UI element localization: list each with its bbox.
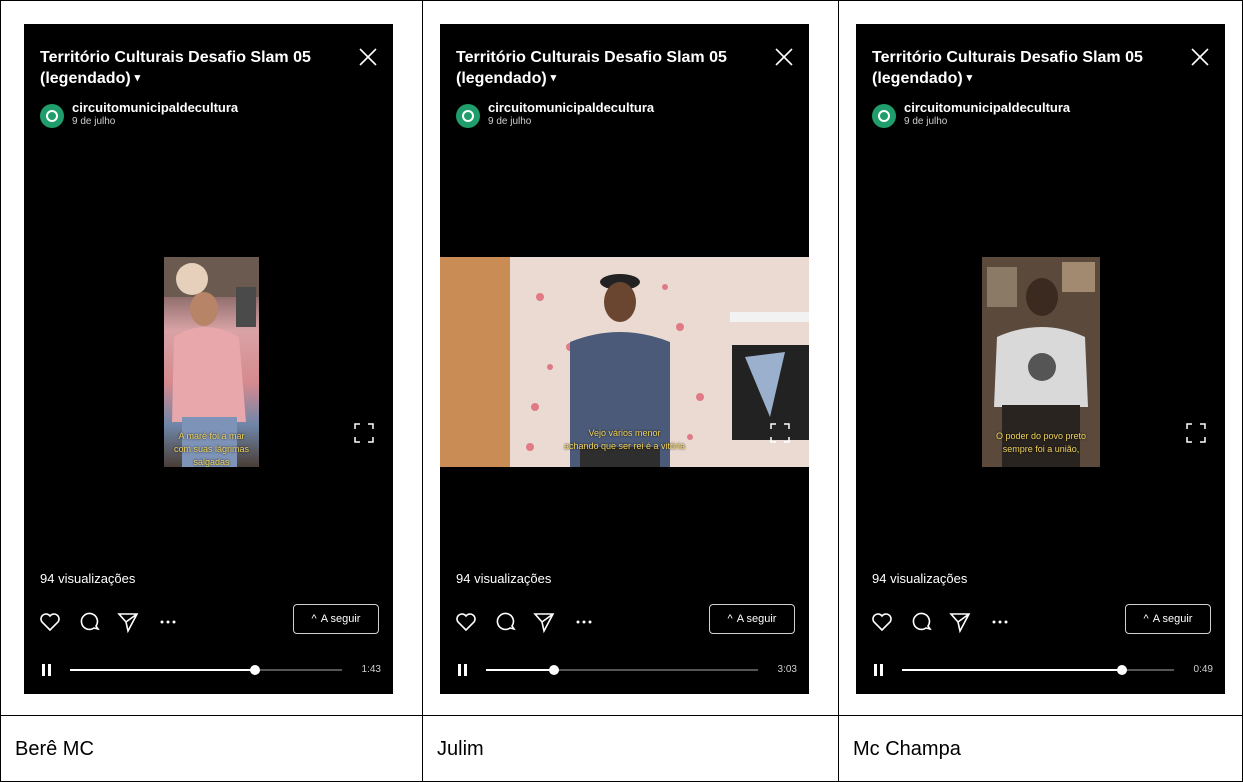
next-button[interactable]: ^ A seguir <box>709 604 795 634</box>
progress-knob[interactable] <box>249 665 260 675</box>
artist-name: Julim <box>437 738 484 760</box>
more-icon[interactable] <box>156 610 180 634</box>
post-date: 9 de julho <box>904 116 948 127</box>
more-icon[interactable] <box>572 610 596 634</box>
comment-icon[interactable] <box>494 610 518 634</box>
send-icon[interactable] <box>948 610 972 634</box>
avatar[interactable] <box>872 104 896 128</box>
next-button[interactable]: ^ A seguir <box>293 604 379 634</box>
table-cell-caption-2: Julim <box>422 715 839 782</box>
video-duration: 1:43 <box>361 664 381 675</box>
progress-bar[interactable] <box>486 665 758 675</box>
fullscreen-icon[interactable] <box>353 422 375 444</box>
artist-name: Berê MC <box>15 738 94 760</box>
video-frame[interactable]: Vejo vários menor achando que ser rei é … <box>440 257 809 467</box>
account-name[interactable]: circuitomunicipaldecultura <box>488 100 654 115</box>
fullscreen-icon[interactable] <box>1185 422 1207 444</box>
chevron-down-icon: ▾ <box>550 72 557 84</box>
chevron-up-icon: ^ <box>311 613 317 625</box>
progress-fill <box>902 669 1123 671</box>
view-count: 94 visualizações <box>40 571 136 586</box>
comparison-table: Território Culturais Desafio Slam 05 (le… <box>0 0 1243 782</box>
video-frame[interactable]: A maré foi a mar com suas lágrimas salga… <box>164 257 259 467</box>
video-title[interactable]: Território Culturais Desafio Slam 05 (le… <box>456 48 746 89</box>
table-cell-caption-3: Mc Champa <box>838 715 1243 782</box>
progress-fill <box>486 669 554 671</box>
table-cell-video-2: Território Culturais Desafio Slam 05 (le… <box>422 0 839 716</box>
progress-knob[interactable] <box>1117 665 1128 675</box>
account-name[interactable]: circuitomunicipaldecultura <box>72 100 238 115</box>
avatar[interactable] <box>40 104 64 128</box>
pause-icon[interactable] <box>458 664 468 676</box>
video-viewer-3: Território Culturais Desafio Slam 05 (le… <box>856 24 1225 694</box>
post-date: 9 de julho <box>72 116 116 127</box>
chevron-up-icon: ^ <box>727 613 733 625</box>
table-cell-caption-1: Berê MC <box>0 715 423 782</box>
video-title[interactable]: Território Culturais Desafio Slam 05 (le… <box>872 48 1162 89</box>
artist-name: Mc Champa <box>853 738 961 760</box>
view-count: 94 visualizações <box>872 571 968 586</box>
video-duration: 3:03 <box>777 664 797 675</box>
next-button[interactable]: ^ A seguir <box>1125 604 1211 634</box>
subtitle-text: O poder do povo preto sempre foi a união… <box>995 431 1087 454</box>
pause-icon[interactable] <box>42 664 52 676</box>
video-frame[interactable]: O poder do povo preto sempre foi a união… <box>982 257 1100 467</box>
comment-icon[interactable] <box>910 610 934 634</box>
progress-knob[interactable] <box>549 665 559 675</box>
heart-icon[interactable] <box>870 610 894 634</box>
table-cell-video-1: Território Culturais Desafio Slam 05 (le… <box>0 0 423 716</box>
chevron-down-icon: ▾ <box>966 72 973 84</box>
pause-icon[interactable] <box>874 664 884 676</box>
more-icon[interactable] <box>988 610 1012 634</box>
post-date: 9 de julho <box>488 116 532 127</box>
progress-bar[interactable] <box>902 665 1174 675</box>
close-icon[interactable] <box>357 46 379 68</box>
chevron-down-icon: ▾ <box>134 72 141 84</box>
subtitle-text: A maré foi a mar com suas lágrimas salga… <box>173 431 250 467</box>
table-cell-video-3: Território Culturais Desafio Slam 05 (le… <box>838 0 1243 716</box>
view-count: 94 visualizações <box>456 571 552 586</box>
close-icon[interactable] <box>1189 46 1211 68</box>
video-viewer-1: Território Culturais Desafio Slam 05 (le… <box>24 24 393 694</box>
progress-bar[interactable] <box>70 665 342 675</box>
send-icon[interactable] <box>532 610 556 634</box>
progress-fill <box>70 669 255 671</box>
comment-icon[interactable] <box>78 610 102 634</box>
account-name[interactable]: circuitomunicipaldecultura <box>904 100 1070 115</box>
subtitle-text: Vejo vários menor achando que ser rei é … <box>563 428 686 451</box>
send-icon[interactable] <box>116 610 140 634</box>
heart-icon[interactable] <box>454 610 478 634</box>
close-icon[interactable] <box>773 46 795 68</box>
avatar[interactable] <box>456 104 480 128</box>
video-title[interactable]: Território Culturais Desafio Slam 05 (le… <box>40 48 330 89</box>
video-viewer-2: Território Culturais Desafio Slam 05 (le… <box>440 24 809 694</box>
video-duration: 0:49 <box>1193 664 1213 675</box>
heart-icon[interactable] <box>38 610 62 634</box>
fullscreen-icon[interactable] <box>769 422 791 444</box>
chevron-up-icon: ^ <box>1143 613 1149 625</box>
